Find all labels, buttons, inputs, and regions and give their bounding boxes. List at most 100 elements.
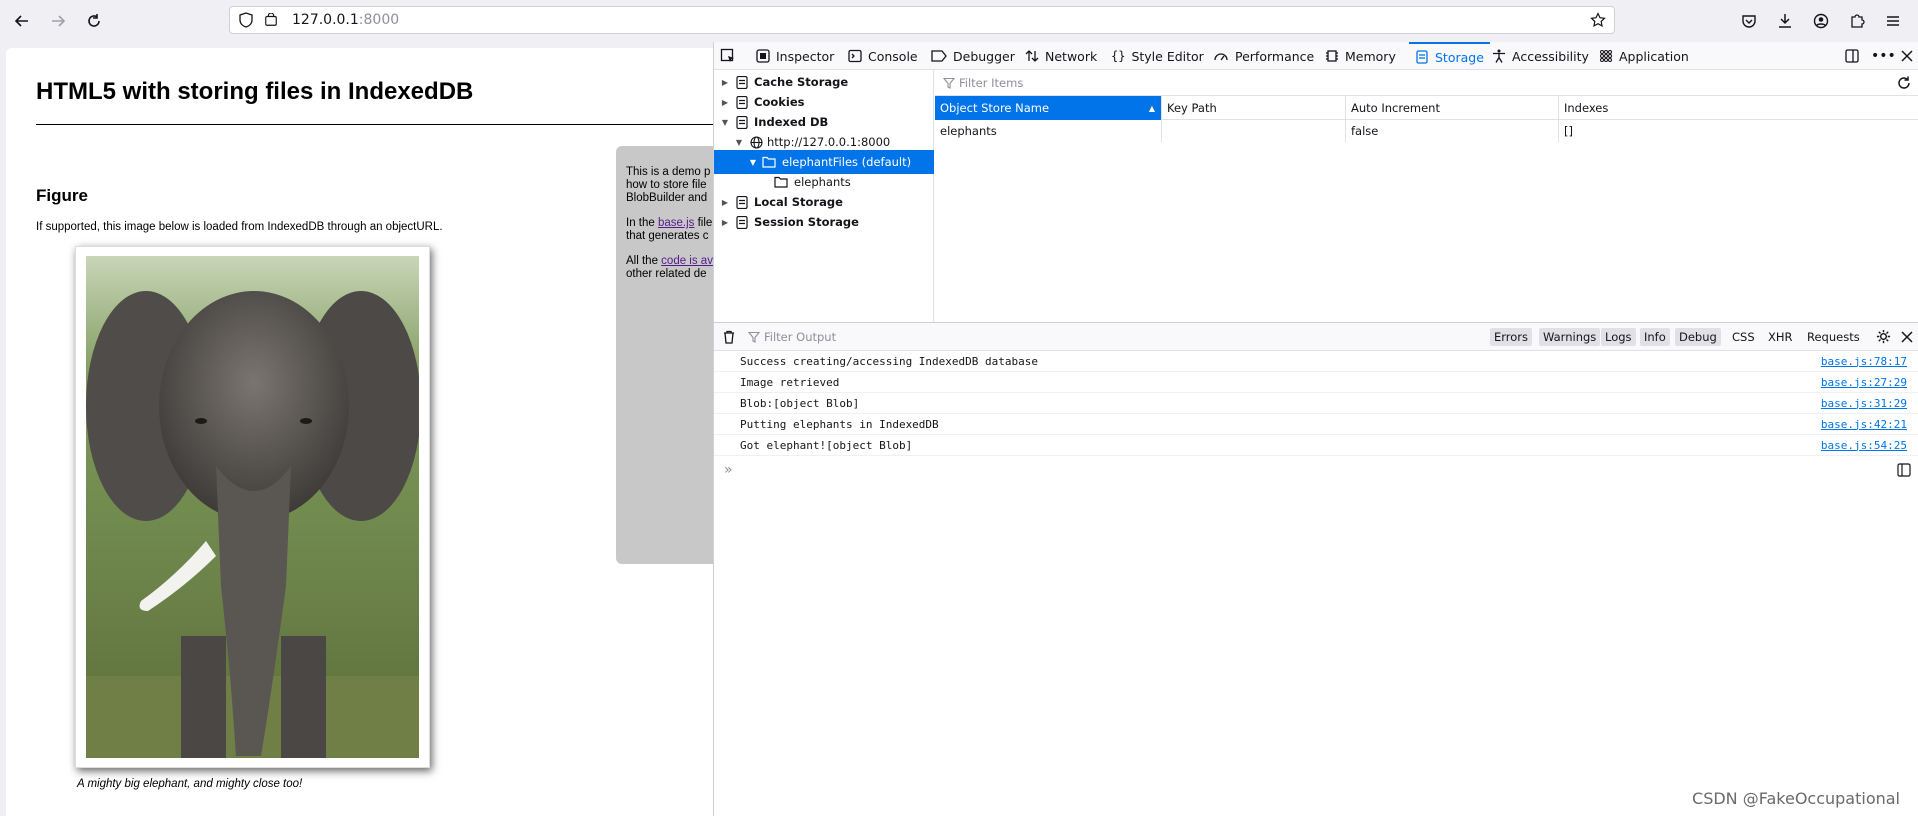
title-divider [36, 124, 713, 125]
bookmark-star-icon[interactable] [1590, 12, 1606, 28]
message-source-link[interactable]: base.js:27:29 [1821, 376, 1907, 389]
tab-performance[interactable]: Performance [1213, 42, 1314, 70]
devtools-more-button[interactable]: ••• [1871, 42, 1896, 70]
column-header[interactable]: Object Store Name ▲ [935, 96, 1162, 120]
pocket-button[interactable] [1738, 10, 1760, 32]
column-label: Auto Increment [1351, 101, 1440, 115]
editor-mode-icon[interactable] [1897, 463, 1911, 477]
sidebar-paragraph-2: In the base.js file that generates c [626, 217, 713, 243]
extensions-button[interactable] [1846, 10, 1868, 32]
sidebar-text: All the [626, 255, 662, 267]
tab-label: Memory [1345, 48, 1396, 64]
collapse-arrow-icon[interactable]: ▼ [720, 117, 730, 127]
message-source-link[interactable]: base.js:54:25 [1821, 439, 1907, 452]
info-sidebar: This is a demo p how to store file BlobB… [616, 146, 713, 564]
elephant-image [86, 256, 419, 758]
tab-debugger[interactable]: Debugger [931, 42, 1015, 70]
element-picker-button[interactable] [720, 42, 736, 70]
table-cell: elephants [935, 120, 1162, 142]
filter-items-bar[interactable]: Filter Items [935, 70, 1918, 96]
hamburger-icon [1887, 16, 1899, 26]
close-icon[interactable] [1901, 331, 1913, 343]
tab-style-editor[interactable]: {} Style Editor [1111, 42, 1204, 70]
account-button[interactable] [1810, 10, 1832, 32]
devtools-close-button[interactable] [1901, 42, 1913, 70]
reload-button[interactable] [80, 7, 108, 35]
watermark: CSDN @FakeOccupational [1692, 789, 1900, 808]
page-info-icon[interactable] [264, 13, 278, 27]
column-label: Key Path [1167, 101, 1217, 115]
tab-console[interactable]: Console [848, 42, 918, 70]
filter-info[interactable]: Info [1640, 328, 1670, 346]
tab-storage[interactable]: Storage [1409, 42, 1490, 70]
expand-arrow-icon[interactable]: ▶ [720, 217, 730, 227]
column-header[interactable]: Indexes [1559, 96, 1918, 120]
memory-chip-icon [1326, 50, 1338, 62]
trash-icon[interactable] [722, 330, 736, 344]
filter-debug[interactable]: Debug [1675, 328, 1721, 346]
tree-item-session-storage[interactable]: ▶ Session Storage [714, 210, 934, 234]
console-message: Success creating/accessing IndexedDB dat… [714, 351, 1918, 372]
sidebar-text: file [694, 217, 713, 229]
column-header[interactable]: Key Path [1162, 96, 1346, 120]
filter-warnings[interactable]: Warnings [1539, 328, 1601, 346]
expand-arrow-icon[interactable]: ▶ [720, 197, 730, 207]
filter-icon [943, 77, 955, 89]
column-header[interactable]: Auto Increment [1346, 96, 1559, 120]
tab-label: Accessibility [1512, 48, 1589, 64]
filter-xhr[interactable]: XHR [1768, 328, 1793, 346]
message-source-link[interactable]: base.js:31:29 [1821, 397, 1907, 410]
network-icon [1025, 50, 1039, 62]
refresh-icon[interactable] [1897, 76, 1911, 90]
url-bar[interactable]: 127.0.0.1:8000 [229, 6, 1615, 34]
split-console: Filter Output Errors Warnings Logs Info … [714, 322, 1918, 816]
collapse-arrow-icon[interactable]: ▼ [748, 157, 758, 167]
console-message: Putting elephants in IndexedDB base.js:4… [714, 414, 1918, 435]
sidebar-text: that generates c [626, 230, 709, 242]
shield-icon[interactable] [238, 12, 254, 28]
collapse-arrow-icon[interactable]: ▼ [734, 137, 744, 147]
filter-output-input[interactable]: Filter Output [748, 328, 836, 346]
tab-label: Console [868, 48, 918, 64]
tab-accessibility[interactable]: Accessibility [1492, 42, 1589, 70]
tree-label: Cookies [754, 95, 805, 109]
filter-items-placeholder: Filter Items [959, 75, 1024, 90]
filter-logs[interactable]: Logs [1601, 328, 1636, 346]
console-toolbar: Filter Output Errors Warnings Logs Info … [714, 323, 1918, 351]
console-input[interactable]: » [714, 457, 1918, 483]
download-icon [1779, 14, 1791, 28]
forward-button[interactable] [44, 7, 72, 35]
section-heading: Figure [36, 186, 88, 205]
downloads-button[interactable] [1774, 10, 1796, 32]
tab-network[interactable]: Network [1025, 42, 1097, 70]
tree-label: Cache Storage [754, 75, 849, 89]
accessibility-icon [1493, 49, 1505, 63]
tab-application[interactable]: Application [1599, 42, 1689, 70]
back-button[interactable] [8, 7, 36, 35]
menu-button[interactable] [1882, 10, 1904, 32]
close-icon [1901, 50, 1913, 62]
inspector-icon [756, 49, 770, 63]
filter-errors[interactable]: Errors [1490, 328, 1533, 346]
console-icon [848, 49, 862, 63]
dock-side-icon [1845, 49, 1859, 63]
tab-label: Network [1045, 48, 1098, 64]
gauge-icon [1214, 53, 1228, 61]
gear-icon[interactable] [1876, 329, 1891, 344]
message-source-link[interactable]: base.js:78:17 [1821, 355, 1907, 368]
storage-icon [1416, 50, 1428, 64]
table-row[interactable]: elephants false [] [935, 120, 1918, 142]
expand-arrow-icon[interactable]: ▶ [720, 77, 730, 87]
code-link[interactable]: code is av [661, 255, 713, 267]
figure-caption: A mighty big elephant, and mighty close … [77, 778, 303, 790]
expand-arrow-icon[interactable]: ▶ [720, 97, 730, 107]
tab-label: Inspector [776, 48, 835, 64]
application-grid-icon [1600, 50, 1612, 62]
tab-inspector[interactable]: Inspector [756, 42, 834, 70]
filter-css[interactable]: CSS [1732, 328, 1755, 346]
base-js-link[interactable]: base.js [658, 217, 694, 229]
message-source-link[interactable]: base.js:42:21 [1821, 418, 1907, 431]
tab-memory[interactable]: Memory [1325, 42, 1396, 70]
dock-toggle-button[interactable] [1845, 42, 1859, 70]
filter-requests[interactable]: Requests [1807, 328, 1860, 346]
